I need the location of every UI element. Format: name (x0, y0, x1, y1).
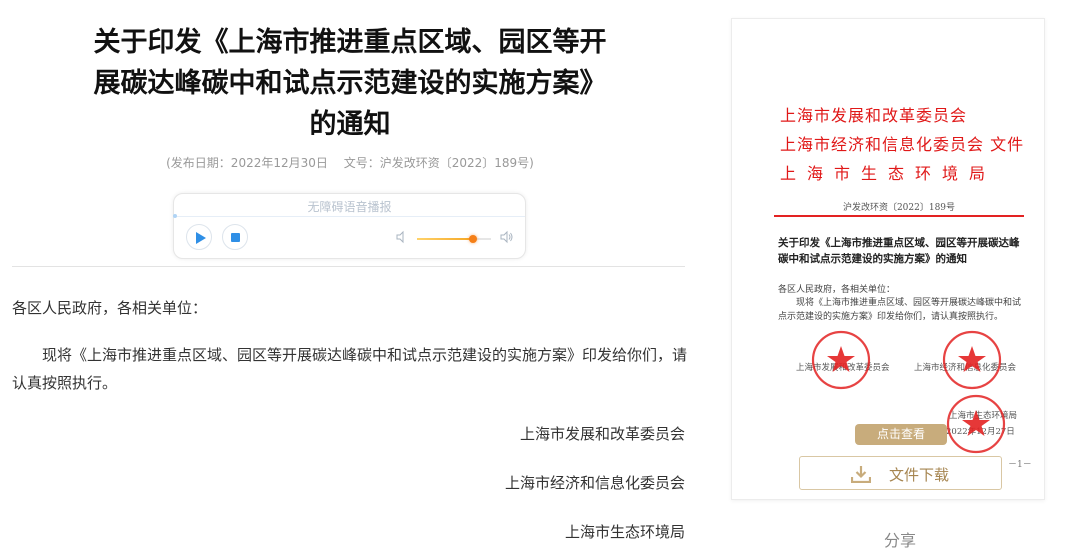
signatory-2: 上海市经济和信息化委员会 (504, 474, 685, 492)
audio-player: 无障碍语音播报 (173, 193, 526, 259)
preview-paragraph: 现将《上海市推进重点区域、园区等开展碳达峰碳中和试点示范建设的实施方案》印发给你… (778, 298, 1022, 322)
article-body: 各区人民政府，各相关单位： 现将《上海市推进重点区域、园区等开展碳达峰碳中和试点… (12, 295, 687, 397)
volume-high-icon[interactable] (500, 230, 514, 244)
stop-button[interactable] (222, 224, 248, 250)
body-paragraph: 现将《上海市推进重点区域、园区等开展碳达峰碳中和试点示范建设的实施方案》印发给你… (12, 346, 688, 392)
audio-player-title: 无障碍语音播报 (307, 200, 392, 214)
article-column: 关于印发《上海市推进重点区域、园区等开 展碳达峰碳中和试点示范建设的实施方案》 … (0, 0, 700, 552)
volume-low-icon[interactable] (395, 230, 409, 244)
volume-slider-knob[interactable] (469, 235, 478, 243)
article-title-line-1: 关于印发《上海市推进重点区域、园区等开 (93, 27, 607, 58)
signatory-1: 上海市发展和改革委员会 (519, 425, 685, 443)
issuer-header: 上海市发展和改革委员会 上海市经济和信息化委员会 文件 上海市生态环境局 (780, 101, 1024, 188)
official-seal-2 (942, 330, 1002, 390)
red-rule (774, 215, 1024, 217)
preview-salutation: 各区人民政府，各相关单位： (778, 285, 896, 295)
download-icon (851, 466, 871, 483)
salutation: 各区人民政府，各相关单位： (12, 299, 208, 317)
publish-date: (发布日期：2022年12月30日 (166, 156, 328, 170)
share-label[interactable]: 分享 (884, 527, 916, 551)
official-seal-3 (946, 394, 1006, 454)
volume-slider-fill (417, 238, 474, 240)
volume-slider[interactable] (417, 235, 491, 243)
article-meta: (发布日期：2022年12月30日 文号：沪发改环资〔2022〕189号) (60, 154, 640, 171)
document-preview-panel: 上海市发展和改革委员会 上海市经济和信息化委员会 文件 上海市生态环境局 沪发改… (731, 18, 1045, 500)
file-download-label: 文件下载 (889, 466, 950, 484)
doc-number: 文号：沪发改环资〔2022〕189号) (343, 156, 534, 170)
preview-doc-number: 沪发改环资〔2022〕189号 (842, 203, 956, 213)
preview-title: 关于印发《上海市推进重点区域、园区等开展碳达峰碳中和试点示范建设的实施方案》的通… (778, 237, 1020, 265)
article-title-line-3: 的通知 (309, 109, 391, 140)
issuer-line-3: 上海市生态环境局 (780, 164, 997, 183)
official-seal-1 (811, 330, 871, 390)
article-title-line-2: 展碳达峰碳中和试点示范建设的实施方案》 (93, 68, 607, 99)
view-document-button[interactable]: 点击查看 (855, 424, 947, 445)
signatory-3: 上海市生态环境局 (564, 523, 685, 541)
file-download-button[interactable]: 文件下载 (799, 456, 1002, 490)
divider (12, 266, 685, 267)
article-title: 关于印发《上海市推进重点区域、园区等开 展碳达峰碳中和试点示范建设的实施方案》 … (60, 22, 640, 145)
issuer-line-1: 上海市发展和改革委员会 (780, 106, 968, 125)
preview-page-number: －1－ (1008, 460, 1032, 470)
audio-progress-line[interactable] (173, 214, 525, 218)
issuer-line-2: 上海市经济和信息化委员会 文件 (780, 135, 1025, 154)
play-button[interactable] (186, 224, 212, 250)
